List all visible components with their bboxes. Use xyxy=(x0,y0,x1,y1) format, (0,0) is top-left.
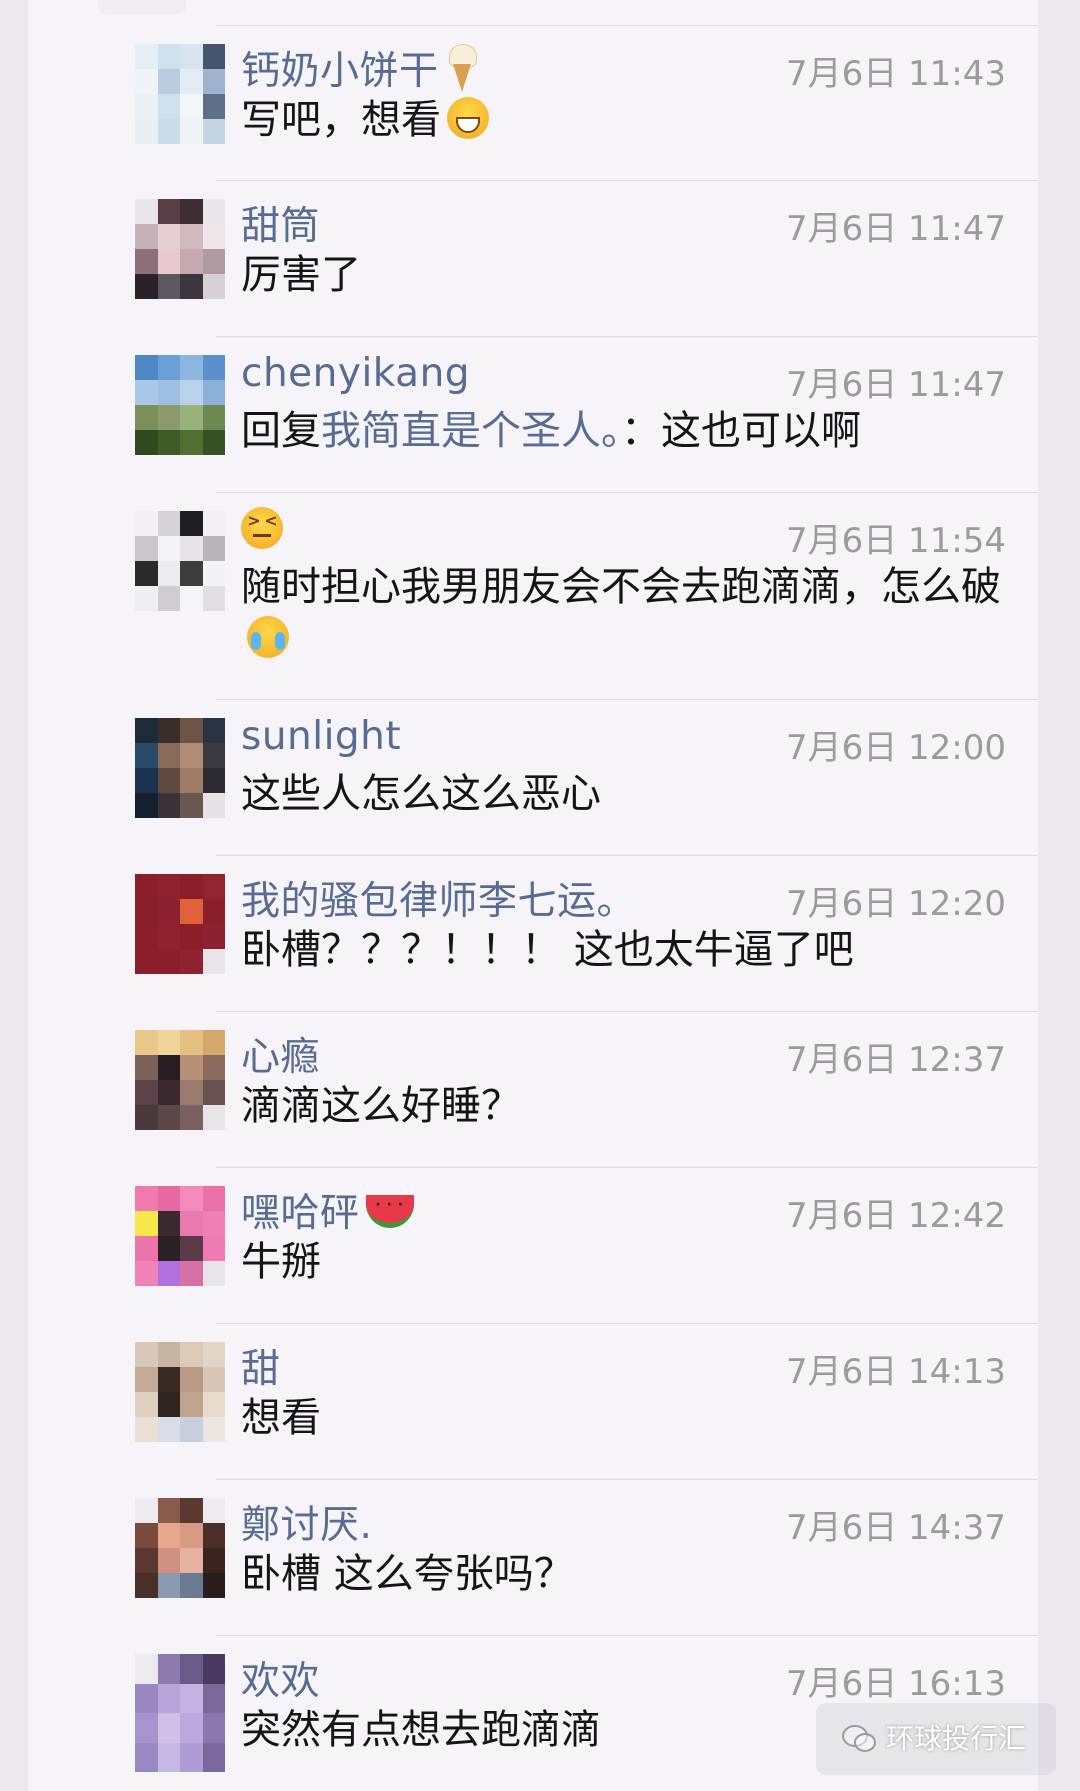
comment-text: 写吧，想看 xyxy=(241,94,1011,146)
comment-text: 滴滴这么好睡？ xyxy=(241,1083,521,1129)
avatar[interactable] xyxy=(135,1342,225,1442)
comment-text: 随时担心我男朋友会不会去跑滴滴，怎么破 xyxy=(241,561,1011,665)
grinning-face-icon xyxy=(447,97,489,139)
separator xyxy=(216,1167,1038,1168)
comment-time: 7月6日 12:00 xyxy=(785,728,1006,768)
commenter-name[interactable]: chenyikang xyxy=(241,351,470,396)
avatar[interactable] xyxy=(135,1654,225,1772)
separator xyxy=(216,855,1038,856)
wechat-icon xyxy=(842,1723,876,1753)
comment-text: 厉害了 xyxy=(241,252,361,298)
soft-ice-cream-icon xyxy=(447,44,477,92)
avatar[interactable] xyxy=(135,511,225,611)
avatar[interactable] xyxy=(135,355,225,455)
avatar[interactable] xyxy=(135,874,225,974)
avatar[interactable] xyxy=(135,1030,225,1130)
separator xyxy=(216,1011,1038,1012)
commenter-name[interactable] xyxy=(241,507,283,553)
comment-text: 牛掰 xyxy=(241,1239,321,1285)
face-with-tears-icon xyxy=(247,616,289,658)
separator xyxy=(216,336,1038,337)
comment-time: 7月6日 11:47 xyxy=(785,365,1006,405)
commenter-name[interactable]: 欢欢 xyxy=(241,1650,320,1706)
separator xyxy=(216,1323,1038,1324)
confounded-face-icon xyxy=(241,507,283,549)
comment-text: 这些人怎么这么恶心 xyxy=(241,771,601,817)
commenter-name[interactable]: 钙奶小饼干 xyxy=(241,40,477,96)
previous-comment-edge xyxy=(98,0,186,14)
comment-text: 卧槽？？？！！！ 这也太牛逼了吧 xyxy=(241,927,854,973)
commenter-name[interactable]: 我的骚包律师李七运。 xyxy=(241,870,636,926)
watermelon-icon xyxy=(365,1195,414,1228)
commenter-name[interactable]: 心瘾 xyxy=(241,1026,320,1082)
comment-time: 7月6日 11:54 xyxy=(785,521,1006,561)
separator xyxy=(216,1479,1038,1480)
comment-time: 7月6日 12:42 xyxy=(785,1196,1006,1236)
watermark-text: 环球投行汇 xyxy=(886,1722,1027,1755)
separator xyxy=(216,492,1038,493)
comment-time: 7月6日 12:37 xyxy=(785,1040,1006,1080)
avatar[interactable] xyxy=(135,1498,225,1598)
separator xyxy=(216,1635,1038,1636)
comment-text: 卧槽 这么夸张吗？ xyxy=(241,1551,574,1597)
comment-time: 7月6日 11:47 xyxy=(785,209,1006,249)
comment-time: 7月6日 12:20 xyxy=(785,884,1006,924)
comment-text: 回复我简直是个圣人。：这也可以啊 xyxy=(241,408,861,454)
avatar[interactable] xyxy=(135,44,225,144)
avatar[interactable] xyxy=(135,199,225,299)
reply-target-name[interactable]: 我简直是个圣人。 xyxy=(321,408,621,454)
comment-time: 7月6日 14:13 xyxy=(785,1352,1006,1392)
commenter-name[interactable]: 甜筒 xyxy=(241,195,320,251)
separator xyxy=(216,25,1038,26)
commenter-name[interactable]: 甜 xyxy=(241,1338,281,1394)
avatar[interactable] xyxy=(135,718,225,818)
watermark: 环球投行汇 xyxy=(816,1703,1056,1775)
comment-list: 钙奶小饼干 7月6日 11:43 写吧，想看 甜筒 7月6日 11:47 厉害了… xyxy=(28,0,1038,1791)
comment-time: 7月6日 16:13 xyxy=(785,1664,1006,1704)
comment-time: 7月6日 11:43 xyxy=(785,54,1006,94)
comment-text: 想看 xyxy=(241,1395,321,1441)
comment-time: 7月6日 14:37 xyxy=(785,1508,1006,1548)
separator xyxy=(216,180,1038,181)
commenter-name[interactable]: 嘿哈砰 xyxy=(241,1182,414,1238)
commenter-name[interactable]: 鄭讨厌. xyxy=(241,1494,372,1550)
separator xyxy=(216,699,1038,700)
commenter-name[interactable]: sunlight xyxy=(241,714,401,759)
avatar[interactable] xyxy=(135,1186,225,1286)
